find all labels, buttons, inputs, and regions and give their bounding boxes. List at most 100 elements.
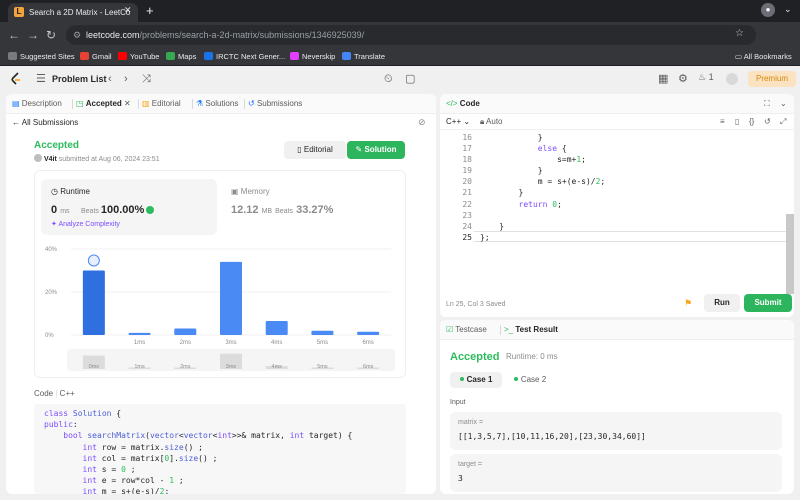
tab-close-icon[interactable]: ✕ bbox=[124, 99, 131, 108]
chart-bar[interactable] bbox=[82, 270, 105, 336]
bookmark-neverskip[interactable]: Neverskip bbox=[290, 51, 335, 63]
forward-arrow-icon[interactable]: → bbox=[27, 28, 39, 42]
fire-icon: ♨ bbox=[698, 72, 709, 82]
back-arrow-icon[interactable]: ← bbox=[8, 28, 20, 42]
chart-bar[interactable] bbox=[357, 331, 380, 335]
all-submissions-link[interactable]: ← All Submissions bbox=[12, 117, 78, 129]
chart-bar[interactable] bbox=[265, 321, 288, 335]
bookmark-youtube[interactable]: YouTube bbox=[118, 51, 159, 63]
problem-list-link[interactable]: Problem List bbox=[52, 72, 107, 86]
bookmark-icon[interactable]: ▯ bbox=[735, 117, 739, 126]
maximize-icon[interactable]: ⛶ bbox=[764, 94, 770, 114]
panel-collapse-icon[interactable]: ⌄ bbox=[780, 94, 787, 114]
bookmark-irctc[interactable]: IRCTC Next Gener... bbox=[204, 51, 285, 63]
input-target[interactable]: target = 3 bbox=[450, 454, 782, 492]
layout-icon[interactable]: ▦ bbox=[658, 72, 668, 86]
site-info-icon[interactable]: ⚙ bbox=[73, 25, 81, 45]
editor-scrollbar[interactable] bbox=[786, 214, 794, 294]
chart-bar[interactable] bbox=[128, 332, 151, 335]
chart-bar[interactable] bbox=[220, 261, 242, 335]
chart-bar[interactable] bbox=[174, 328, 197, 335]
analyze-complexity-link[interactable]: ✦ Analyze Complexity bbox=[51, 220, 120, 230]
youtube-icon bbox=[118, 52, 127, 60]
chart-y-tick-label: 20% bbox=[45, 290, 58, 296]
submitter-name[interactable]: V4it bbox=[44, 156, 57, 163]
chart-bar[interactable] bbox=[311, 330, 334, 335]
submit-button[interactable]: Submit bbox=[744, 294, 792, 312]
run-button[interactable]: Run bbox=[704, 294, 740, 312]
code-tab[interactable]: </> Code bbox=[446, 94, 480, 114]
code-header: Code | C++ bbox=[34, 389, 75, 398]
editorial-icon: ▥ bbox=[142, 99, 152, 108]
solution-button[interactable]: ✎ Solution bbox=[347, 141, 405, 159]
language-select[interactable]: C++ ⌄ bbox=[446, 117, 470, 126]
tab-search-chevron-icon[interactable]: ⌄ bbox=[784, 4, 792, 15]
tab-test-result[interactable]: >_ Test Result bbox=[504, 320, 558, 340]
all-bookmarks[interactable]: ▭ All Bookmarks bbox=[735, 51, 792, 63]
translate-icon bbox=[342, 52, 351, 60]
url-path: /problems/search-a-2d-matrix/submissions… bbox=[139, 30, 365, 40]
maps-icon bbox=[166, 52, 175, 60]
fullscreen-icon[interactable]: ⤢ bbox=[780, 117, 786, 127]
tab-editorial[interactable]: ▥ Editorial bbox=[142, 94, 181, 114]
memory-label[interactable]: ▣ Memory bbox=[231, 187, 270, 197]
code-editor-text[interactable]: } else { s=m+1; } m = s+(e-s)/2; } retur… bbox=[480, 132, 605, 243]
premium-button[interactable]: Premium bbox=[748, 71, 796, 87]
editorial-button[interactable]: ▯ Editorial bbox=[284, 141, 346, 159]
share-link-icon[interactable]: ⊘ bbox=[418, 117, 426, 128]
accepted-icon: ◳ bbox=[76, 99, 86, 108]
new-tab-icon[interactable]: + bbox=[146, 3, 154, 18]
format-icon[interactable]: ≡ bbox=[720, 117, 725, 126]
chart-x-tick-label: 1ms bbox=[134, 340, 145, 346]
reset-icon[interactable]: ↺ bbox=[764, 117, 771, 126]
case-1-tab[interactable]: Case 1 bbox=[450, 372, 502, 388]
notes-icon[interactable]: ▢ bbox=[405, 72, 415, 86]
debugger-icon[interactable]: ⚑ bbox=[684, 298, 692, 309]
bookmark-translate[interactable]: Translate bbox=[342, 51, 385, 63]
chart-range-tick-label: 4ms bbox=[272, 364, 283, 370]
chart-range-tick-label: 6ms bbox=[363, 364, 374, 370]
runtime-distribution-chart[interactable]: 40% 20% 0% 1ms 2ms 3ms 4ms 5ms 6ms 0ms 1ms 2ms 3ms 4m… bbox=[41, 237, 401, 377]
prev-problem-icon[interactable]: ‹ bbox=[108, 72, 112, 86]
leetcode-logo-icon[interactable] bbox=[10, 72, 22, 86]
streak-counter[interactable]: ♨ 1 bbox=[698, 72, 714, 83]
reload-icon[interactable]: ↻ bbox=[46, 28, 56, 42]
next-problem-icon[interactable]: › bbox=[124, 72, 128, 86]
tab-solutions[interactable]: ⚗ Solutions bbox=[196, 94, 238, 114]
user-avatar[interactable] bbox=[726, 73, 738, 85]
case-2-tab[interactable]: Case 2 bbox=[508, 372, 552, 388]
address-bar[interactable]: ⚙ leetcode.com/problems/search-a-2d-matr… bbox=[66, 25, 756, 45]
test-runtime: Runtime: 0 ms bbox=[506, 352, 558, 361]
bookmark-star-icon[interactable]: ☆ bbox=[735, 28, 744, 39]
tab-accepted[interactable]: ◳ Accepted ✕ bbox=[76, 94, 131, 114]
editor-status: Ln 25, Col 3 Saved bbox=[446, 301, 506, 308]
chart-y-tick-label: 0% bbox=[45, 333, 54, 339]
bookmark-gmail[interactable]: Gmail bbox=[80, 51, 112, 63]
solutions-icon: ⚗ bbox=[196, 99, 206, 108]
chart-range-tick-label: 0ms bbox=[89, 364, 100, 370]
pass-dot-icon bbox=[459, 377, 464, 381]
bookmark-suggested-sites[interactable]: Suggested Sites bbox=[8, 51, 75, 63]
tab-description[interactable]: ▤ Description bbox=[12, 94, 62, 114]
description-icon: ▤ bbox=[12, 99, 22, 108]
tab-testcase[interactable]: ☑ Testcase bbox=[446, 320, 487, 340]
input-matrix[interactable]: matrix = [[1,3,5,7],[10,11,16,20],[23,30… bbox=[450, 412, 782, 450]
back-arrow-icon: ← bbox=[12, 118, 22, 127]
auto-toggle[interactable]: 🔒︎ Auto bbox=[480, 117, 503, 127]
braces-icon[interactable]: {} bbox=[749, 117, 754, 126]
browser-profile-icon[interactable]: ● bbox=[761, 3, 775, 17]
tab-close-icon[interactable]: ✕ bbox=[124, 5, 132, 16]
tab-submissions[interactable]: ↺ Submissions bbox=[248, 94, 302, 114]
gmail-icon bbox=[80, 52, 89, 60]
shuffle-icon[interactable]: ⤨ bbox=[142, 72, 151, 86]
chart-x-tick-label: 2ms bbox=[180, 340, 191, 346]
runtime-card[interactable]: ◷ Runtime 0 ms Beats 100.00% ✦ Analyze C… bbox=[41, 179, 217, 235]
browser-tab[interactable]: L Search a 2D Matrix - LeetCo bbox=[8, 3, 138, 22]
book-icon: ▯ bbox=[297, 145, 304, 154]
bookmark-maps[interactable]: Maps bbox=[166, 51, 196, 63]
settings-gear-icon[interactable]: ⚙ bbox=[678, 72, 688, 86]
problem-list-icon[interactable]: ☰ bbox=[36, 72, 46, 86]
submitted-code[interactable]: class Solution { public: bool searchMatr… bbox=[34, 404, 406, 494]
timer-icon[interactable]: ⏲ bbox=[384, 72, 393, 86]
submitted-time: submitted at Aug 06, 2024 23:51 bbox=[58, 156, 160, 163]
